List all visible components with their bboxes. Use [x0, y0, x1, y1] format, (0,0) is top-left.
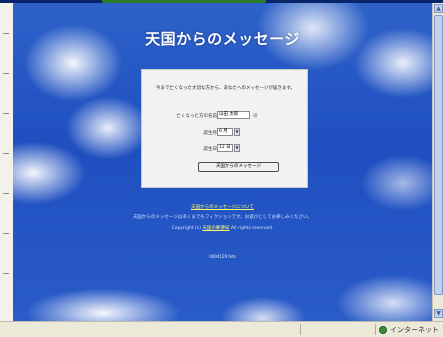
- footer-disclaimer: 天国からのメッセージはあくまでもフィクションです。お遊びとしてお楽しみください。: [132, 215, 313, 220]
- left-sidebar: [0, 3, 14, 321]
- sidebar-tick: [3, 73, 9, 74]
- day-select[interactable]: 12 日: [217, 144, 233, 152]
- chevron-down-icon[interactable]: ▼: [234, 144, 240, 152]
- footer-copyright: Copyright (c) 天国の郵便局 All rights reserved…: [13, 225, 432, 231]
- intro-text: 今まで亡くなった大切な方から、あなたへのメッセージが届きます。: [156, 86, 295, 91]
- footer-link-line: 天国からのメッセージについて: [13, 204, 432, 210]
- sidebar-tick: [3, 193, 9, 194]
- page-viewport: 天国からのメッセージ 今まで亡くなった大切な方から、あなたへのメッセージが届きま…: [13, 3, 432, 321]
- get-message-button[interactable]: 天国からのメッセージ: [198, 162, 279, 172]
- page-title: 天国からのメッセージ: [145, 30, 300, 48]
- name-label: 亡くなった方の名前: [176, 114, 218, 119]
- month-label: 誕生月: [203, 131, 218, 136]
- message-form-panel: 今まで亡くなった大切な方から、あなたへのメッセージが届きます。 亡くなった方の名…: [141, 69, 308, 188]
- security-zone: インターネット: [379, 324, 439, 335]
- status-divider: [300, 324, 301, 335]
- globe-icon: [379, 325, 387, 334]
- month-select[interactable]: 6 月: [217, 128, 233, 136]
- scroll-down-icon[interactable]: ▼: [434, 309, 443, 318]
- name-input[interactable]: 山田 太郎: [217, 111, 250, 119]
- day-row: 誕生日 12 日 ▼: [142, 144, 309, 154]
- sidebar-tick: [3, 233, 9, 234]
- site-link[interactable]: 天国の郵便局: [202, 226, 229, 231]
- sidebar-tick: [3, 113, 9, 114]
- month-row: 誕生月 6 月 ▼: [142, 128, 309, 138]
- status-divider: [375, 324, 376, 335]
- day-label: 誕生日: [203, 147, 218, 152]
- name-unit: 様: [253, 114, 258, 119]
- scroll-thumb[interactable]: [434, 15, 443, 295]
- copyright-prefix: Copyright (c): [171, 226, 201, 231]
- sidebar-tick: [3, 33, 9, 34]
- chevron-down-icon[interactable]: ▼: [234, 128, 240, 136]
- sidebar-tick: [3, 273, 9, 274]
- scroll-up-icon[interactable]: ▲: [434, 4, 443, 13]
- zone-label: インターネット: [390, 325, 439, 334]
- status-bar: インターネット: [0, 321, 443, 337]
- name-row: 亡くなった方の名前 山田 太郎 様: [142, 111, 309, 121]
- copyright-suffix: All rights reserved.: [230, 226, 274, 231]
- hit-counter: 0004129 hits: [209, 254, 236, 259]
- sidebar-tick: [3, 153, 9, 154]
- vertical-scrollbar[interactable]: ▲ ▼: [432, 3, 443, 321]
- about-link[interactable]: 天国からのメッセージについて: [191, 205, 254, 210]
